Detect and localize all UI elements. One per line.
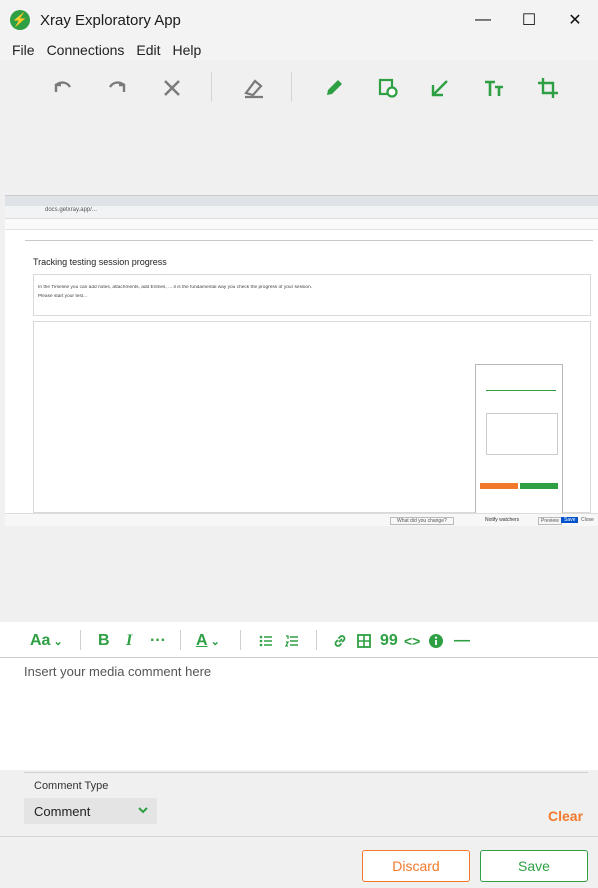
table-icon[interactable] bbox=[356, 630, 372, 652]
window-title: Xray Exploratory App bbox=[40, 11, 181, 29]
section-border bbox=[25, 240, 593, 241]
numbered-list-icon[interactable] bbox=[284, 630, 300, 652]
toolbar-divider bbox=[211, 72, 212, 102]
preview-button[interactable]: Preview bbox=[538, 517, 562, 525]
discard-button[interactable]: Discard bbox=[362, 850, 470, 882]
minimize-button[interactable]: — bbox=[460, 0, 506, 40]
maximize-button[interactable]: ☐ bbox=[506, 0, 552, 40]
notify-checkbox[interactable]: Notify watchers bbox=[485, 517, 519, 523]
shape-icon[interactable] bbox=[370, 70, 406, 106]
eraser-icon[interactable] bbox=[236, 70, 272, 106]
menu-file[interactable]: File bbox=[12, 42, 35, 58]
redo-icon[interactable] bbox=[100, 70, 136, 106]
captured-screenshot[interactable]: docs.getxray.app/... Tracking testing se… bbox=[5, 195, 598, 526]
editor-divider bbox=[316, 630, 317, 650]
app-window: ⚡ Xray Exploratory App — ☐ ✕ File Connec… bbox=[0, 0, 598, 888]
browser-tabbar bbox=[5, 196, 598, 206]
close-window-button[interactable]: ✕ bbox=[552, 0, 598, 40]
section-divider bbox=[24, 772, 588, 773]
link-icon[interactable] bbox=[332, 630, 348, 652]
bullet-list-icon[interactable] bbox=[258, 630, 274, 652]
comment-type-label: Comment Type bbox=[34, 780, 109, 792]
code-icon[interactable]: <> bbox=[404, 630, 420, 652]
nested-accent-line bbox=[486, 390, 556, 391]
page-footer: What did you change? Notify watchers Pre… bbox=[5, 513, 598, 526]
pencil-icon[interactable] bbox=[316, 70, 352, 106]
editor-placeholder: Insert your media comment here bbox=[24, 664, 212, 679]
panel-text-line: Please start your test... bbox=[38, 294, 88, 299]
bold-button[interactable]: B bbox=[98, 630, 110, 652]
nested-thumbnail bbox=[486, 413, 558, 455]
browser-url: docs.getxray.app/... bbox=[45, 207, 97, 213]
editor-divider bbox=[180, 630, 181, 650]
page-title: Tracking testing session progress bbox=[33, 257, 167, 267]
save-button[interactable]: Save bbox=[480, 850, 588, 882]
editor-ribbon bbox=[5, 219, 598, 230]
page-save-button[interactable]: Save bbox=[561, 517, 579, 523]
text-style-dropdown[interactable]: Aa ⌄ bbox=[30, 630, 63, 652]
more-formatting-button[interactable]: ··· bbox=[150, 630, 166, 652]
comment-type-value: Comment bbox=[34, 803, 91, 819]
editor-divider bbox=[80, 630, 81, 650]
text-panel: In the Timeline you can add notes, attac… bbox=[33, 274, 591, 316]
app-logo-icon: ⚡ bbox=[10, 10, 30, 30]
comment-type-select[interactable]: Comment bbox=[24, 798, 157, 824]
crop-icon[interactable] bbox=[530, 70, 566, 106]
page-close-button[interactable]: Close bbox=[581, 517, 594, 523]
footer-divider bbox=[0, 836, 598, 837]
italic-button[interactable]: I bbox=[126, 630, 132, 652]
text-icon[interactable] bbox=[476, 70, 512, 106]
nested-green-tab bbox=[520, 483, 558, 489]
undo-icon[interactable] bbox=[44, 70, 80, 106]
editor-divider bbox=[240, 630, 241, 650]
change-note-input[interactable]: What did you change? bbox=[390, 517, 454, 525]
section-header: Tracking testing session progress bbox=[33, 252, 589, 267]
nested-app-window bbox=[475, 364, 563, 514]
menu-edit[interactable]: Edit bbox=[136, 42, 160, 58]
close-icon[interactable] bbox=[154, 70, 190, 106]
info-icon[interactable] bbox=[428, 630, 444, 652]
toolbar-divider bbox=[291, 72, 292, 102]
nested-orange-tab bbox=[480, 483, 518, 489]
arrow-icon[interactable] bbox=[422, 70, 458, 106]
menu-connections[interactable]: Connections bbox=[47, 42, 125, 58]
horizontal-rule-button[interactable]: — bbox=[454, 630, 470, 652]
panel-text-line: In the Timeline you can add notes, attac… bbox=[38, 285, 313, 290]
quote-icon[interactable]: 99 bbox=[380, 630, 398, 652]
clear-button[interactable]: Clear bbox=[548, 808, 583, 824]
browser-addressbar: docs.getxray.app/... bbox=[5, 206, 598, 219]
chevron-down-icon bbox=[138, 807, 148, 814]
menu-bar: File Connections Edit Help bbox=[0, 40, 598, 60]
text-color-button[interactable]: A ⌄ bbox=[196, 630, 220, 652]
menu-help[interactable]: Help bbox=[173, 42, 202, 58]
